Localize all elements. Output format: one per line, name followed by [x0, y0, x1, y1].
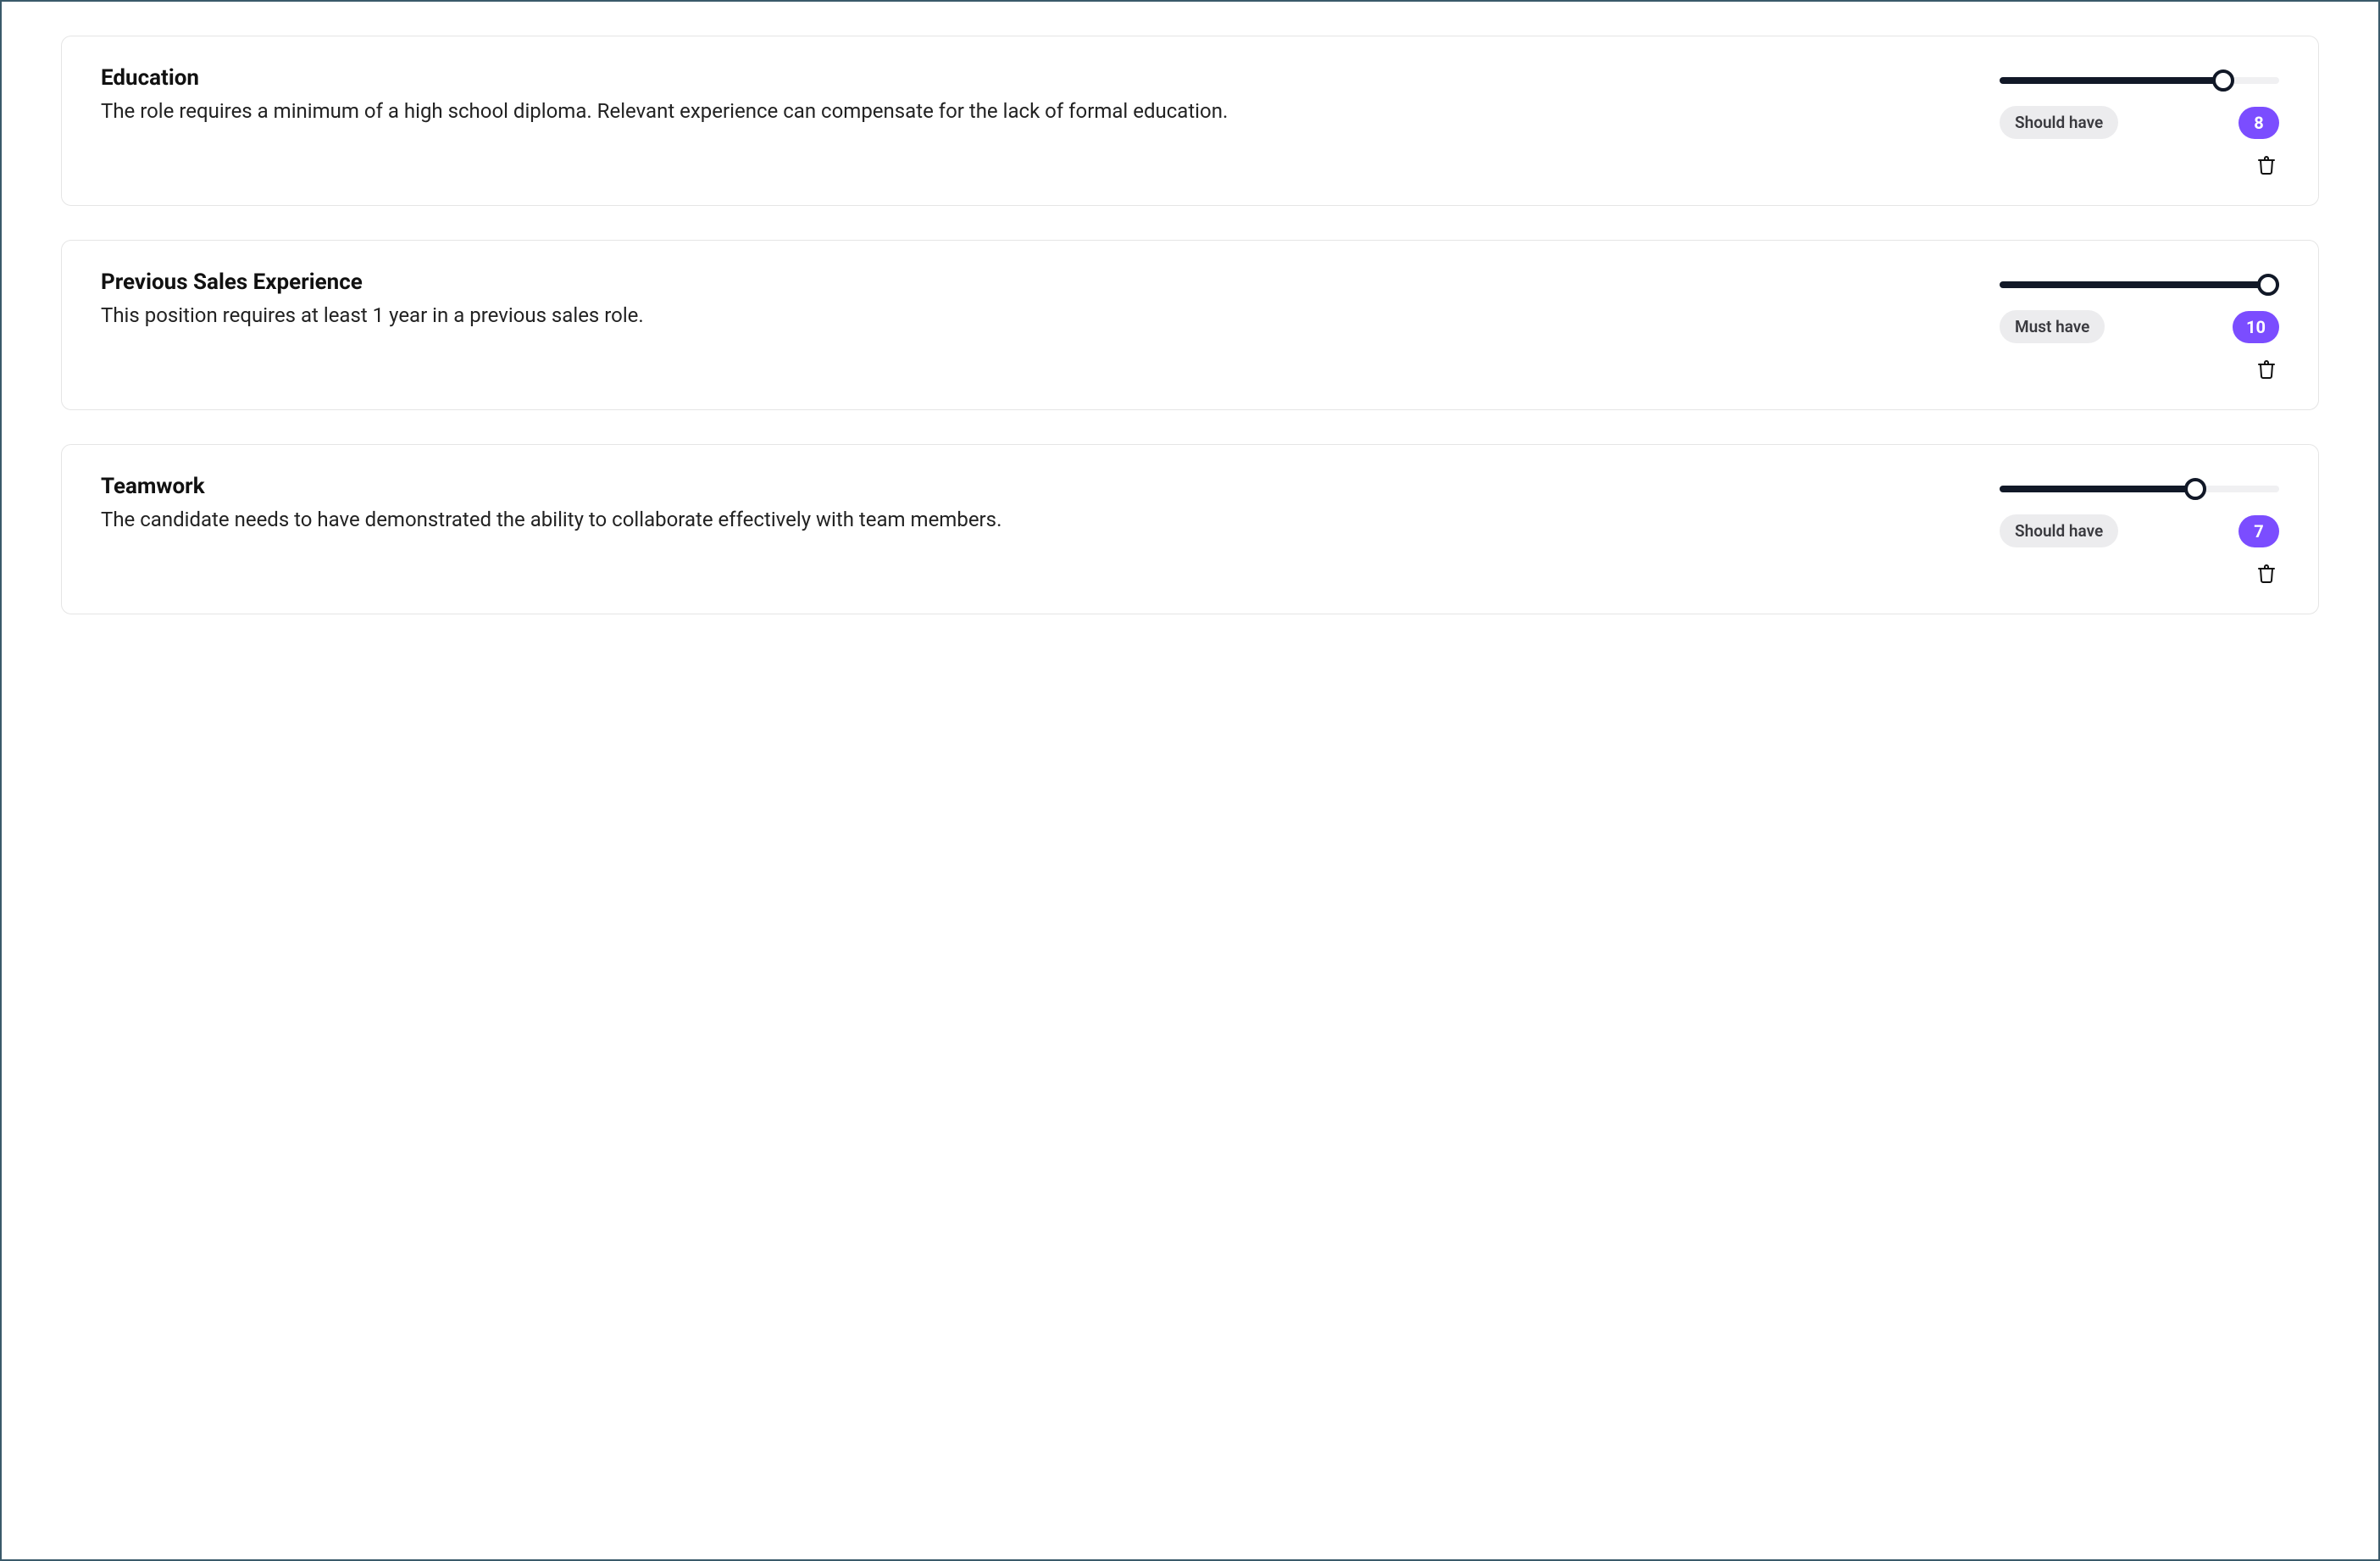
slider-thumb[interactable] [2257, 274, 2279, 296]
criteria-controls: Must have 10 [2000, 269, 2279, 343]
criteria-title: Teamwork [101, 474, 1966, 499]
criteria-card: Education The role requires a minimum of… [61, 36, 2319, 206]
slider-fill [2000, 281, 2279, 288]
criteria-card: Previous Sales Experience This position … [61, 240, 2319, 410]
priority-pill: Should have [2000, 514, 2118, 547]
criteria-title: Education [101, 65, 1966, 91]
criteria-card-body: Previous Sales Experience This position … [101, 269, 2279, 343]
score-pill: 8 [2239, 107, 2279, 139]
slider-labels-row: Should have 7 [2000, 514, 2279, 547]
priority-pill: Must have [2000, 310, 2105, 343]
slider-fill [2000, 77, 2223, 84]
slider-thumb[interactable] [2212, 69, 2234, 92]
criteria-card-footer [101, 358, 2279, 384]
trash-icon [2256, 564, 2277, 587]
score-slider[interactable] [2000, 70, 2279, 91]
criteria-text-col: Education The role requires a minimum of… [101, 65, 1966, 126]
criteria-card: Teamwork The candidate needs to have dem… [61, 444, 2319, 614]
criteria-title: Previous Sales Experience [101, 269, 1966, 295]
score-pill: 7 [2239, 515, 2279, 547]
score-slider[interactable] [2000, 479, 2279, 499]
criteria-controls: Should have 7 [2000, 474, 2279, 547]
criteria-card-body: Education The role requires a minimum of… [101, 65, 2279, 139]
delete-button[interactable] [2254, 563, 2279, 588]
criteria-description: The role requires a minimum of a high sc… [101, 96, 1966, 126]
slider-labels-row: Should have 8 [2000, 106, 2279, 139]
criteria-card-body: Teamwork The candidate needs to have dem… [101, 474, 2279, 547]
criteria-controls: Should have 8 [2000, 65, 2279, 139]
criteria-card-footer [101, 563, 2279, 588]
priority-pill: Should have [2000, 106, 2118, 139]
criteria-description: The candidate needs to have demonstrated… [101, 504, 1966, 535]
criteria-text-col: Teamwork The candidate needs to have dem… [101, 474, 1966, 535]
criteria-description: This position requires at least 1 year i… [101, 300, 1966, 331]
criteria-list: Education The role requires a minimum of… [61, 36, 2319, 614]
delete-button[interactable] [2254, 358, 2279, 384]
slider-labels-row: Must have 10 [2000, 310, 2279, 343]
slider-fill [2000, 486, 2195, 492]
score-pill: 10 [2233, 311, 2279, 343]
score-slider[interactable] [2000, 275, 2279, 295]
criteria-card-footer [101, 154, 2279, 180]
slider-thumb[interactable] [2184, 478, 2206, 500]
trash-icon [2256, 359, 2277, 383]
delete-button[interactable] [2254, 154, 2279, 180]
criteria-text-col: Previous Sales Experience This position … [101, 269, 1966, 331]
trash-icon [2256, 155, 2277, 179]
